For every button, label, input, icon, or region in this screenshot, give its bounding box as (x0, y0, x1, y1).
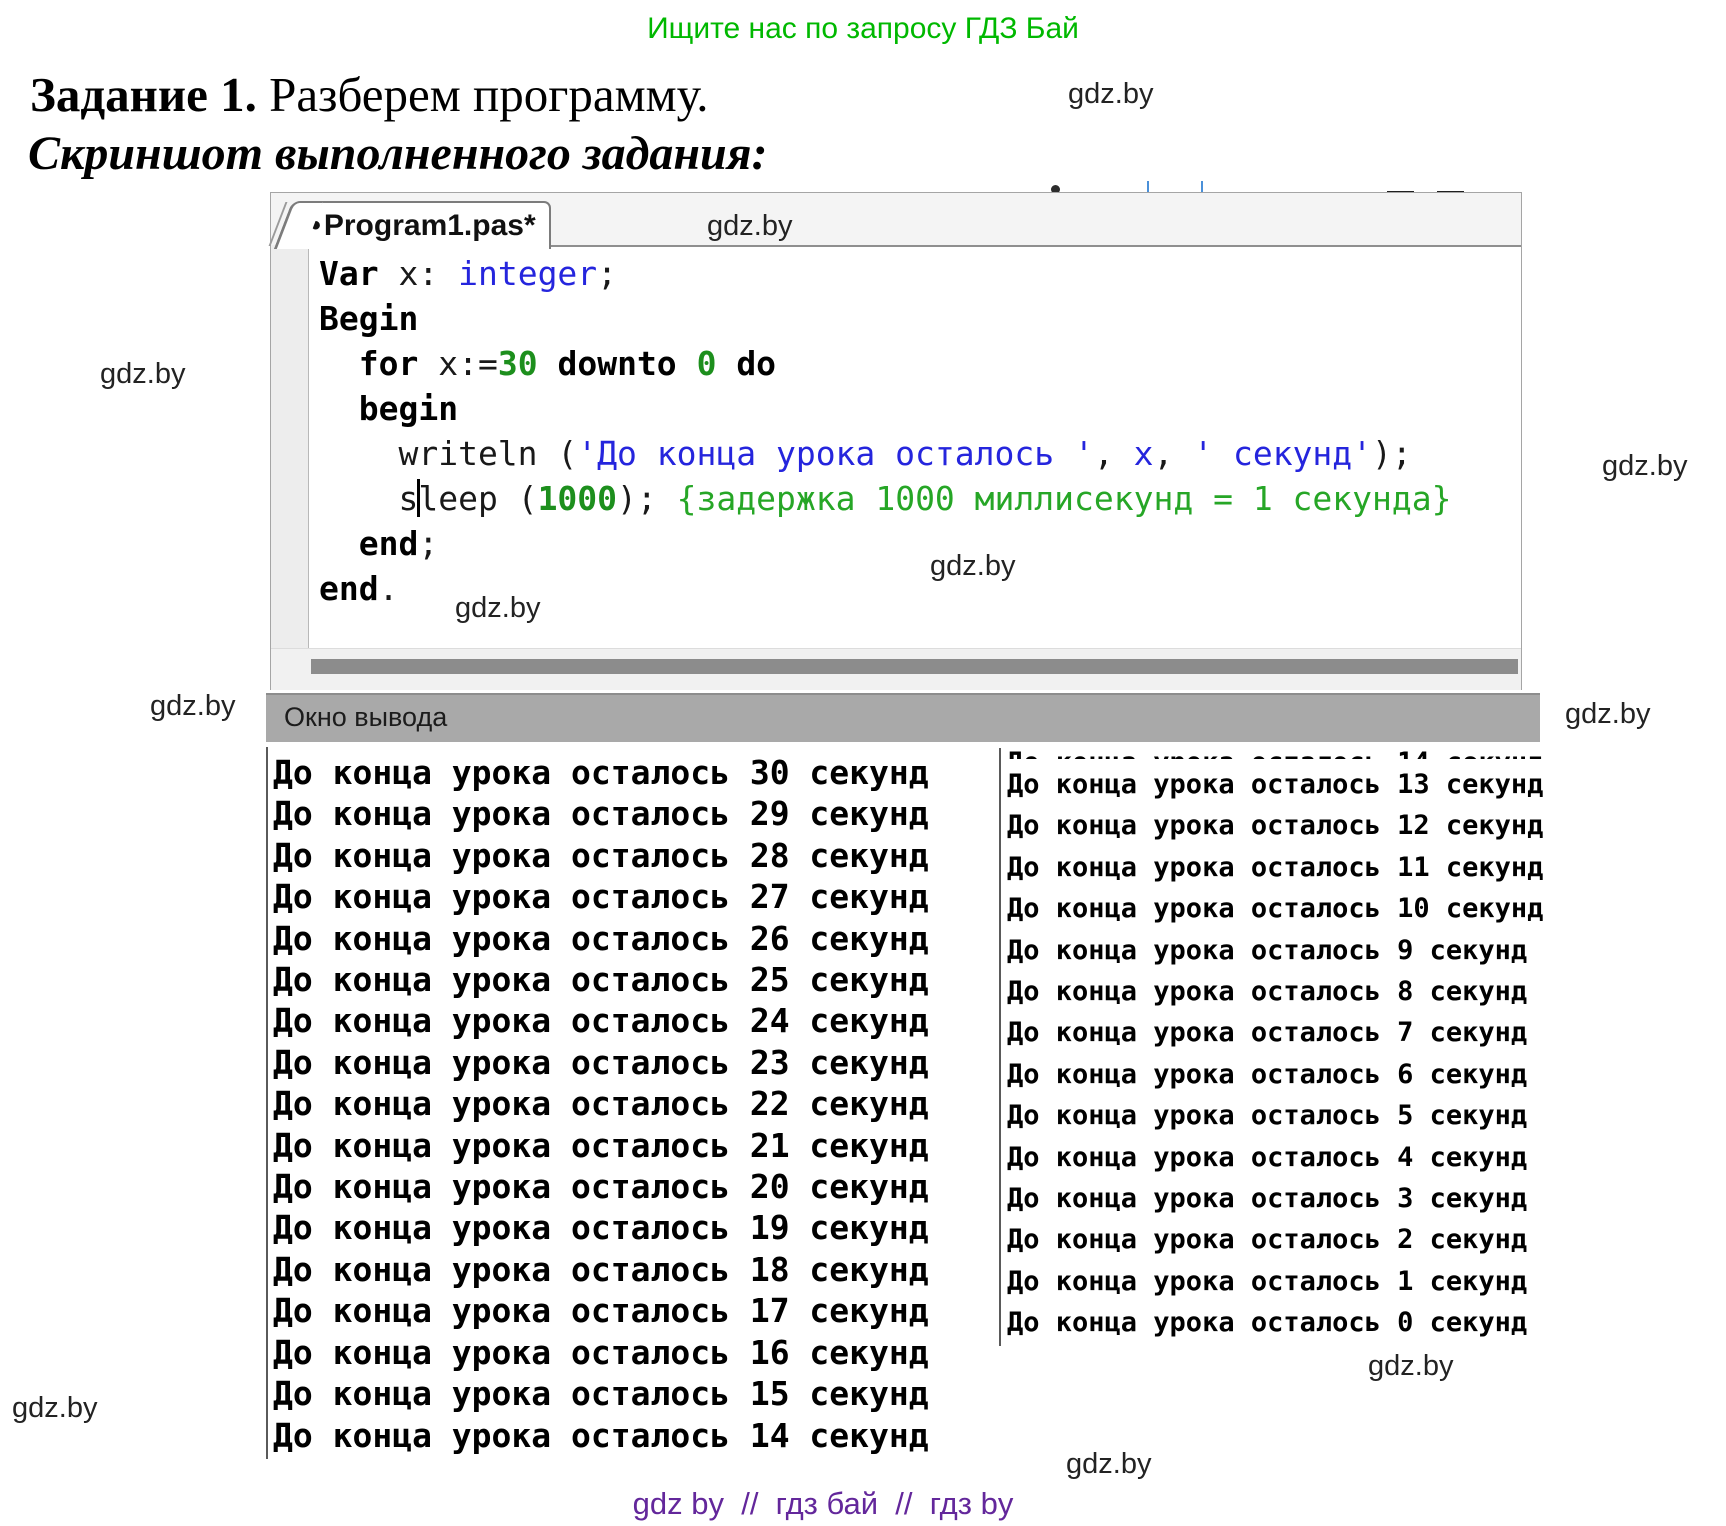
site-footer: gdz by // гдз бай // гдз by (0, 1486, 1686, 1522)
output-line: До конца урока осталось 3 секунд (1007, 1178, 1543, 1219)
output-line: До конца урока осталось 28 секунд (273, 835, 929, 876)
tab-label: Program1.pas* (324, 209, 536, 243)
output-left-column: До конца урока осталось 30 секундДо конц… (273, 752, 929, 1456)
output-line: До конца урока осталось 6 секунд (1007, 1054, 1543, 1095)
gdz-watermark: gdz.by (12, 1392, 97, 1425)
code-line: end; (319, 521, 1452, 566)
output-left-panel-border (266, 747, 268, 1459)
output-line: До конца урока осталось 25 секунд (273, 959, 929, 1000)
modified-dot-icon: • (310, 209, 321, 243)
gdz-watermark: gdz.by (1068, 78, 1153, 111)
output-line: До конца урока осталось 22 секунд (273, 1083, 929, 1124)
output-window-title: Окно вывода (284, 695, 447, 740)
output-line: До конца урока осталось 5 секунд (1007, 1095, 1543, 1136)
output-line: До конца урока осталось 12 секунд (1007, 805, 1543, 846)
tab-program1-pas[interactable]: •Program1.pas* (295, 201, 551, 249)
code-line: Begin (319, 296, 1452, 341)
output-line: До конца урока осталось 2 секунд (1007, 1219, 1543, 1260)
output-line: До конца урока осталось 30 секунд (273, 752, 929, 793)
output-line: До конца урока осталось 27 секунд (273, 876, 929, 917)
output-line: До конца урока осталось 10 секунд (1007, 888, 1543, 929)
output-line: До конца урока осталось 15 секунд (273, 1373, 929, 1414)
output-line: До конца урока осталось 1 секунд (1007, 1261, 1543, 1302)
gdz-watermark: gdz.by (707, 210, 792, 243)
output-right-column-clipped-line: До конца урока осталось 14 секунд (1007, 748, 1552, 759)
tab-strip: •Program1.pas* (271, 193, 1521, 247)
output-line: До конца урока осталось 0 секунд (1007, 1302, 1543, 1343)
gdz-watermark: gdz.by (1602, 450, 1687, 483)
gdz-watermark: gdz.by (455, 592, 540, 625)
output-line: До конца урока осталось 13 секунд (1007, 764, 1543, 805)
gdz-watermark: gdz.by (930, 550, 1015, 583)
editor-gutter (271, 245, 309, 648)
code-line: for x:=30 downto 0 do (319, 341, 1452, 386)
horizontal-scrollbar[interactable] (271, 648, 1521, 690)
code-line: sleep (1000); {задержка 1000 миллисекунд… (319, 476, 1452, 521)
code-line: writeln ('До конца урока осталось ', x, … (319, 431, 1452, 476)
output-line: До конца урока осталось 8 секунд (1007, 971, 1543, 1012)
output-line: До конца урока осталось 4 секунд (1007, 1137, 1543, 1178)
output-line: До конца урока осталось 9 секунд (1007, 930, 1543, 971)
output-line: До конца урока осталось 20 секунд (273, 1166, 929, 1207)
output-line: До конца урока осталось 24 секунд (273, 1000, 929, 1041)
code-line: begin (319, 386, 1452, 431)
output-line: До конца урока осталось 7 секунд (1007, 1012, 1543, 1053)
site-banner: Ищите нас по запросу ГДЗ Бай (0, 12, 1726, 46)
output-line: До конца урока осталось 23 секунд (273, 1042, 929, 1083)
task-number: Задание 1. (30, 67, 257, 122)
output-line: До конца урока осталось 14 секунд (273, 1415, 929, 1456)
gdz-watermark: gdz.by (100, 358, 185, 391)
output-line: До конца урока осталось 11 секунд (1007, 847, 1543, 888)
output-line: До конца урока осталось 19 секунд (273, 1207, 929, 1248)
output-line: До конца урока осталось 16 секунд (273, 1332, 929, 1373)
output-line: До конца урока осталось 21 секунд (273, 1125, 929, 1166)
output-line: До конца урока осталось 26 секунд (273, 918, 929, 959)
output-right-column: До конца урока осталось 13 секундДо конц… (1007, 764, 1543, 1344)
code-text-area[interactable]: Var x: integer;Begin for x:=30 downto 0 … (319, 251, 1452, 611)
output-line: До конца урока осталось 18 секунд (273, 1249, 929, 1290)
output-line: До конца урока осталось 29 секунд (273, 793, 929, 834)
output-right-panel-border (999, 748, 1001, 1346)
gdz-watermark: gdz.by (1368, 1350, 1453, 1383)
output-line: До конца урока осталось 17 секунд (273, 1290, 929, 1331)
output-window-titlebar: Окно вывода (266, 693, 1540, 742)
code-line: Var x: integer; (319, 251, 1452, 296)
gdz-watermark: gdz.by (1565, 698, 1650, 731)
gdz-watermark: gdz.by (1066, 1448, 1151, 1481)
screenshot-caption: Скриншот выполненного задания: (28, 126, 767, 181)
task-title: Разберем программу. (257, 67, 709, 122)
page: { "page": { "banner": "Ищите нас по запр… (0, 0, 1726, 1526)
gdz-watermark: gdz.by (150, 690, 235, 723)
horizontal-scrollbar-thumb[interactable] (311, 659, 1518, 674)
task-heading: Задание 1. Разберем программу. (30, 66, 708, 123)
